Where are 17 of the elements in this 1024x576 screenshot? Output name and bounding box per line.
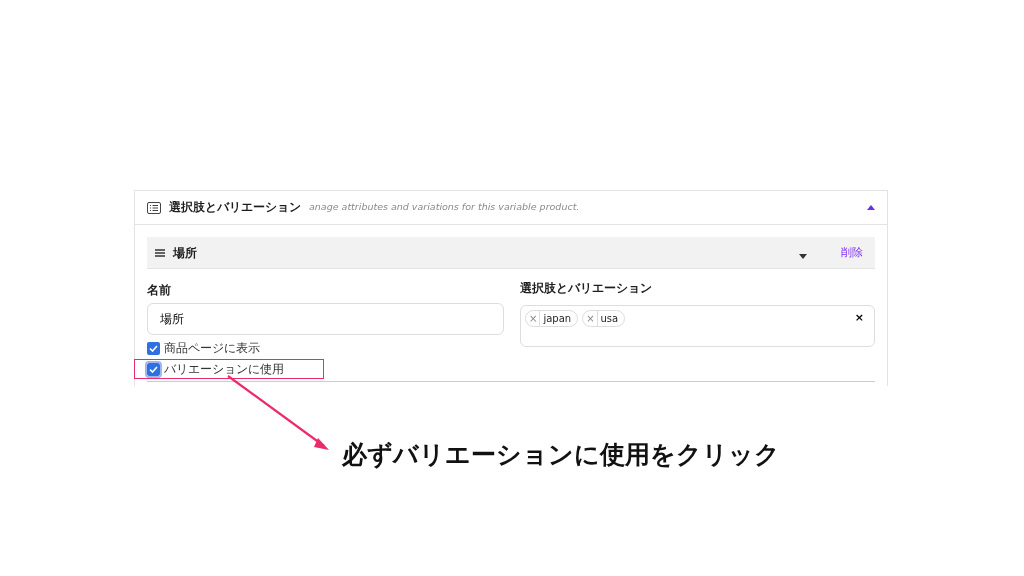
field-label: 選択肢とバリエーション: [520, 280, 653, 297]
clear-button[interactable]: ×: [854, 310, 864, 327]
panel-description: anage attributes and variations for this variable product.: [309, 200, 580, 215]
name-field[interactable]: 場所: [147, 303, 504, 335]
instruction-text: 必ずバリエーションに使用をクリック: [342, 439, 780, 471]
remove-link[interactable]: 削除: [841, 244, 863, 261]
field-label: 名前: [147, 282, 172, 299]
values-field[interactable]: × japan × usa ×: [520, 305, 875, 347]
checkbox-label: バリエーションに使用: [164, 362, 284, 376]
attribute-header[interactable]: 場所 削除: [147, 237, 875, 269]
remove-tag-button[interactable]: ×: [529, 311, 541, 326]
tag-label: japan: [543, 312, 572, 326]
tag-label: usa: [600, 312, 619, 326]
attribute-name: 場所: [173, 244, 197, 262]
checkbox-label: 商品ページに表示: [164, 341, 260, 355]
panel-title: 選択肢とバリエーション: [169, 198, 301, 216]
remove-tag-button[interactable]: ×: [586, 311, 598, 326]
